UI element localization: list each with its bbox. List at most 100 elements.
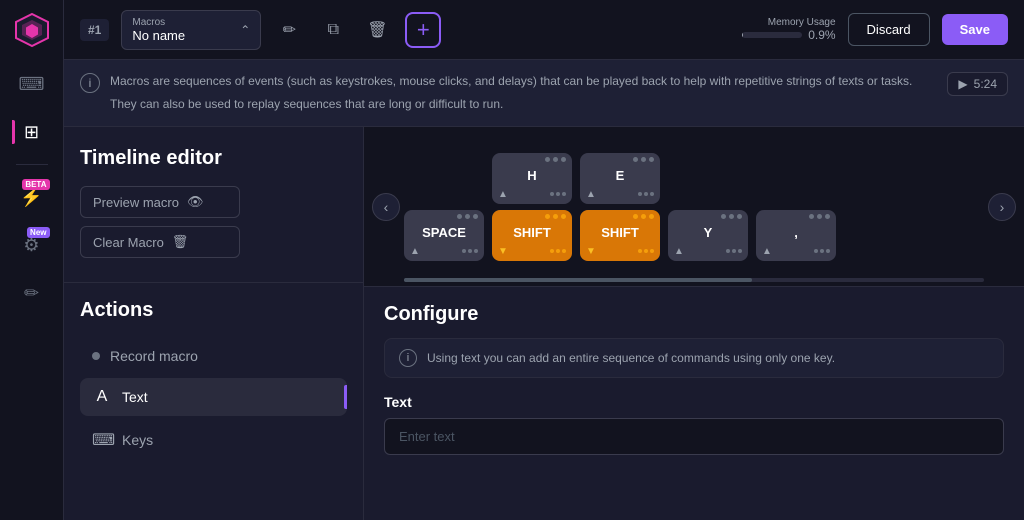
keyboard-icon: ⌨ bbox=[19, 74, 45, 95]
timeline-section: Timeline editor Preview macro 👁 Clear Ma… bbox=[64, 127, 363, 283]
clear-macro-button[interactable]: Clear Macro 🗑 bbox=[80, 226, 240, 258]
configure-text-input[interactable] bbox=[384, 418, 1004, 455]
block-header-e bbox=[580, 153, 660, 164]
sidebar: ⌨ ⊞ ⚡ BETA ⚙ New ✏ bbox=[0, 0, 64, 520]
block-label-e: E bbox=[580, 164, 660, 185]
app-logo[interactable] bbox=[14, 12, 50, 48]
play-time: 5:24 bbox=[974, 77, 997, 91]
block-footer-shift2: ▼ bbox=[580, 242, 660, 261]
keys-icon: ⌨ bbox=[92, 430, 112, 450]
layers-icon: ⊞ bbox=[24, 122, 39, 143]
copy-button[interactable]: ⧉ bbox=[317, 14, 349, 46]
key-block-shift1[interactable]: SHIFT ▼ bbox=[492, 210, 572, 261]
key-block-e[interactable]: E ▲ bbox=[580, 153, 660, 204]
actions-title: Actions bbox=[80, 299, 347, 322]
block-label-shift2: SHIFT bbox=[580, 221, 660, 242]
eye-icon: 👁 bbox=[187, 194, 204, 210]
sidebar-item-draw[interactable]: ✏ bbox=[12, 273, 52, 313]
sidebar-item-keyboard[interactable]: ⌨ bbox=[12, 64, 52, 104]
block-col-y: Y ▲ bbox=[668, 210, 748, 261]
right-panel: ‹ SPACE ▲ bbox=[364, 127, 1024, 520]
macro-number: #1 bbox=[80, 19, 109, 41]
action-text[interactable]: A Text bbox=[80, 378, 347, 416]
macro-selector[interactable]: Macros No name ⌃ bbox=[121, 10, 261, 50]
draw-icon: ✏ bbox=[24, 283, 39, 304]
trash-icon: 🗑 bbox=[367, 20, 387, 40]
block-header bbox=[404, 210, 484, 221]
configure-panel: Configure i Using text you can add an en… bbox=[364, 287, 1024, 520]
macro-selector-label: Macros bbox=[132, 17, 234, 28]
sidebar-item-lightning[interactable]: ⚡ BETA bbox=[12, 177, 52, 217]
chevron-icon: ⌃ bbox=[240, 23, 250, 37]
block-footer-h: ▲ bbox=[492, 185, 572, 204]
timeline-title: Timeline editor bbox=[80, 147, 347, 170]
key-block-comma[interactable]: , ▲ bbox=[756, 210, 836, 261]
key-block-shift2[interactable]: SHIFT ▼ bbox=[580, 210, 660, 261]
add-macro-button[interactable]: + bbox=[405, 12, 441, 48]
memory-usage: Memory Usage 0.9% bbox=[742, 17, 835, 42]
info-text-block: Macros are sequences of events (such as … bbox=[110, 72, 912, 114]
new-badge: New bbox=[27, 227, 49, 238]
timeline-nav-right[interactable]: › bbox=[988, 193, 1016, 221]
clear-label: Clear Macro bbox=[93, 235, 164, 250]
block-col-shift-h: H ▲ bbox=[492, 153, 572, 261]
discard-button[interactable]: Discard bbox=[848, 13, 930, 46]
block-footer-comma: ▲ bbox=[756, 242, 836, 261]
block-col-comma: , ▲ bbox=[756, 210, 836, 261]
edit-button[interactable]: ✏ bbox=[273, 14, 305, 46]
key-block-space[interactable]: SPACE ▲ bbox=[404, 210, 484, 261]
active-indicator bbox=[12, 120, 15, 144]
block-label-shift1: SHIFT bbox=[492, 221, 572, 242]
key-block-y[interactable]: Y ▲ bbox=[668, 210, 748, 261]
block-label-h: H bbox=[492, 164, 572, 185]
sidebar-item-settings[interactable]: ⚙ New bbox=[12, 225, 52, 265]
preview-macro-button[interactable]: Preview macro 👁 bbox=[80, 186, 240, 218]
key-block-h[interactable]: H ▲ bbox=[492, 153, 572, 204]
preview-label: Preview macro bbox=[93, 195, 179, 210]
sidebar-item-layers[interactable]: ⊞ bbox=[12, 112, 52, 152]
configure-info-text: Using text you can add an entire sequenc… bbox=[427, 351, 835, 365]
memory-bar-wrap: 0.9% bbox=[742, 28, 835, 42]
record-macro-label: Record macro bbox=[110, 348, 198, 364]
block-col-shift-e: E ▲ bbox=[580, 153, 660, 261]
beta-badge: BETA bbox=[22, 179, 49, 190]
info-text-line1: Macros are sequences of events (such as … bbox=[110, 72, 912, 91]
active-bar bbox=[344, 385, 347, 409]
record-dot bbox=[92, 352, 100, 360]
configure-info-icon: i bbox=[399, 349, 417, 367]
topbar: #1 Macros No name ⌃ ✏ ⧉ 🗑 + Memory Usage bbox=[64, 0, 1024, 60]
copy-icon: ⧉ bbox=[328, 21, 339, 39]
configure-info-box: i Using text you can add an entire seque… bbox=[384, 338, 1004, 378]
action-record-macro[interactable]: Record macro bbox=[80, 338, 347, 374]
delete-button[interactable]: 🗑 bbox=[361, 14, 393, 46]
memory-label: Memory Usage bbox=[742, 17, 835, 28]
memory-percentage: 0.9% bbox=[808, 28, 835, 42]
block-header-y bbox=[668, 210, 748, 221]
pencil-icon: ✏ bbox=[283, 20, 296, 40]
plus-icon: + bbox=[417, 17, 430, 43]
block-footer-shift1: ▼ bbox=[492, 242, 572, 261]
action-keys[interactable]: ⌨ Keys bbox=[80, 420, 347, 460]
content-area: Timeline editor Preview macro 👁 Clear Ma… bbox=[64, 127, 1024, 520]
block-header-h bbox=[492, 153, 572, 164]
timeline-nav-left[interactable]: ‹ bbox=[372, 193, 400, 221]
info-banner: i Macros are sequences of events (such a… bbox=[64, 60, 1024, 127]
block-label-comma: , bbox=[756, 221, 836, 242]
play-icon: ▶ bbox=[958, 77, 967, 91]
block-col-space: SPACE ▲ bbox=[404, 210, 484, 261]
save-button[interactable]: Save bbox=[942, 14, 1008, 45]
block-label-y: Y bbox=[668, 221, 748, 242]
macro-selector-text: Macros No name bbox=[132, 17, 234, 43]
play-badge[interactable]: ▶ 5:24 bbox=[947, 72, 1008, 96]
macro-selector-value: No name bbox=[132, 28, 234, 43]
left-panel: Timeline editor Preview macro 👁 Clear Ma… bbox=[64, 127, 364, 520]
configure-title: Configure bbox=[384, 303, 1004, 326]
clear-icon: 🗑 bbox=[172, 234, 189, 250]
block-label-space: SPACE bbox=[404, 221, 484, 242]
text-label: Text bbox=[122, 389, 148, 405]
block-header-shift1 bbox=[492, 210, 572, 221]
timeline-scrollbar-thumb bbox=[404, 278, 752, 282]
timeline-scrollbar-track bbox=[404, 278, 984, 282]
block-header-comma bbox=[756, 210, 836, 221]
text-icon: A bbox=[92, 388, 112, 406]
